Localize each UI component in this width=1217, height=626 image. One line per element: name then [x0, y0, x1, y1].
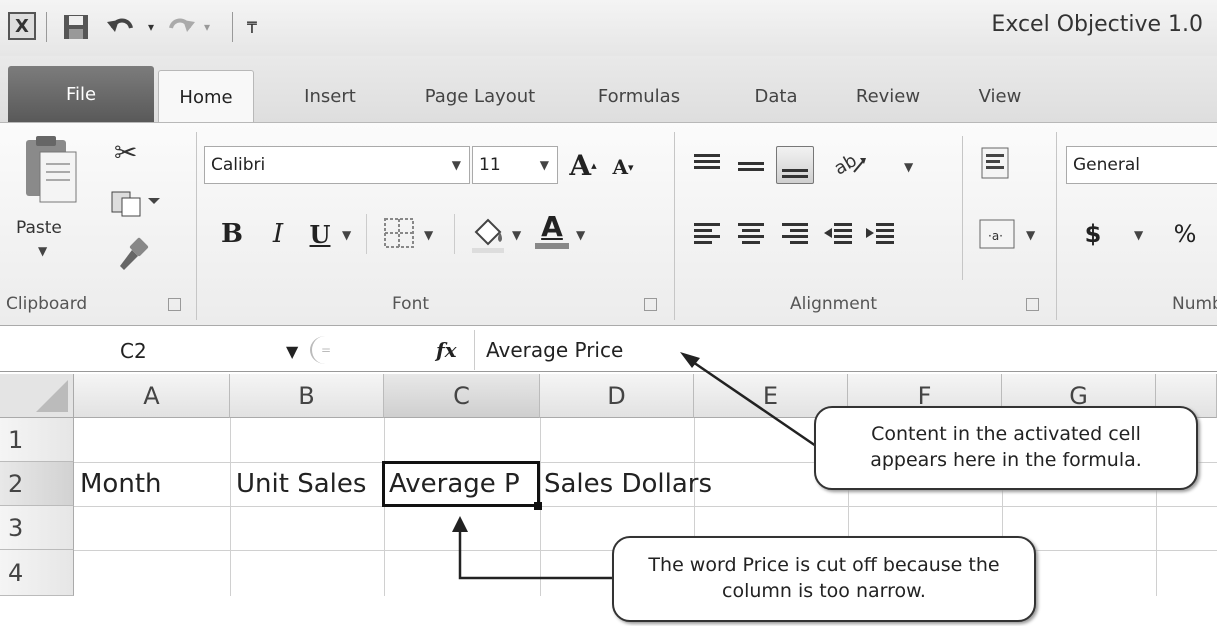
callout-formula: Content in the activated cell appears he… — [814, 406, 1198, 490]
callout-arrows — [452, 352, 817, 580]
callout-cutoff: The word Price is cut off because the co… — [612, 536, 1036, 622]
